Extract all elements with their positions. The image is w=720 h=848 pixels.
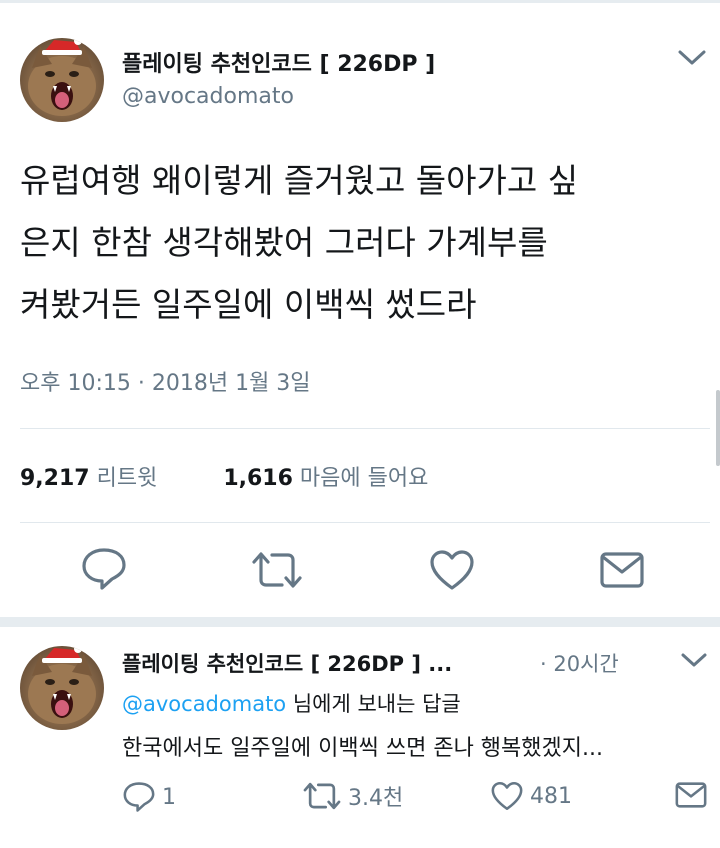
tweet-text-line: 은지 한참 생각해봤어 그러다 가계부를 bbox=[20, 223, 548, 262]
retweet-icon bbox=[303, 782, 341, 810]
scrollbar[interactable] bbox=[716, 390, 720, 466]
tweet-text-line: 켜봤거든 일주일에 이백씩 썼드라 bbox=[20, 285, 477, 324]
cat-avatar-image bbox=[28, 38, 96, 116]
top-border bbox=[0, 0, 720, 3]
chevron-down-icon[interactable] bbox=[680, 652, 708, 670]
like-icon bbox=[430, 550, 474, 590]
reply-time[interactable]: · 20시간 bbox=[540, 648, 619, 678]
cat-avatar-image bbox=[28, 646, 96, 724]
avatar[interactable] bbox=[20, 38, 104, 122]
tweet-timestamp[interactable]: 오후 10:15 · 2018년 1월 3일 bbox=[20, 365, 311, 397]
reply-share-button[interactable] bbox=[674, 780, 708, 810]
chevron-down-icon[interactable] bbox=[677, 48, 707, 68]
divider bbox=[20, 522, 710, 523]
reply-icon bbox=[82, 548, 126, 590]
tweet-separator bbox=[0, 617, 720, 627]
message-icon bbox=[600, 552, 644, 588]
share-button[interactable] bbox=[598, 550, 646, 590]
reply-to-line: @avocadomato 님에게 보내는 답글 bbox=[122, 688, 461, 718]
reply-icon bbox=[123, 782, 155, 812]
engagement-stats: 9,217 리트윗 1,616 마음에 들어요 bbox=[20, 460, 428, 492]
reply-button[interactable] bbox=[80, 546, 128, 592]
author-handle[interactable]: @avocadomato bbox=[122, 84, 294, 109]
like-count[interactable]: 1,616 bbox=[223, 466, 293, 491]
reply-text: 한국에서도 일주일에 이백씩 쓰면 존나 행복했겠지... bbox=[122, 736, 603, 761]
reply-like-count: 481 bbox=[530, 783, 572, 809]
reply-retweet-button[interactable]: 3.4천 bbox=[302, 780, 403, 812]
retweet-icon bbox=[252, 552, 302, 588]
author-name[interactable]: 플레이팅 추천인코드 [ 226DP ] bbox=[122, 46, 435, 78]
like-button[interactable] bbox=[428, 548, 476, 592]
reply-to-label: 님에게 보내는 답글 bbox=[286, 692, 461, 716]
reply-like-button[interactable]: 481 bbox=[490, 780, 572, 812]
retweet-button[interactable] bbox=[250, 550, 304, 590]
like-icon bbox=[491, 781, 523, 811]
like-label[interactable]: 마음에 들어요 bbox=[300, 466, 428, 491]
retweet-count[interactable]: 9,217 bbox=[20, 466, 90, 491]
reply-reply-count: 1 bbox=[162, 784, 176, 810]
retweet-label[interactable]: 리트윗 bbox=[97, 466, 158, 491]
message-icon bbox=[675, 782, 707, 808]
reply-mention[interactable]: @avocadomato bbox=[122, 692, 286, 716]
reply-reply-button[interactable]: 1 bbox=[122, 780, 176, 814]
reply-retweet-count: 3.4천 bbox=[348, 786, 404, 811]
reply-author-name[interactable]: 플레이팅 추천인코드 [ 226DP ] ... bbox=[122, 648, 452, 678]
divider bbox=[20, 428, 710, 429]
tweet-text: 유럽여행 왜이렇게 즐거웠고 돌아가고 싶 은지 한참 생각해봤어 그러다 가계… bbox=[20, 150, 710, 336]
reply-avatar[interactable] bbox=[20, 646, 104, 730]
tweet-text-line: 유럽여행 왜이렇게 즐거웠고 돌아가고 싶 bbox=[20, 161, 579, 200]
